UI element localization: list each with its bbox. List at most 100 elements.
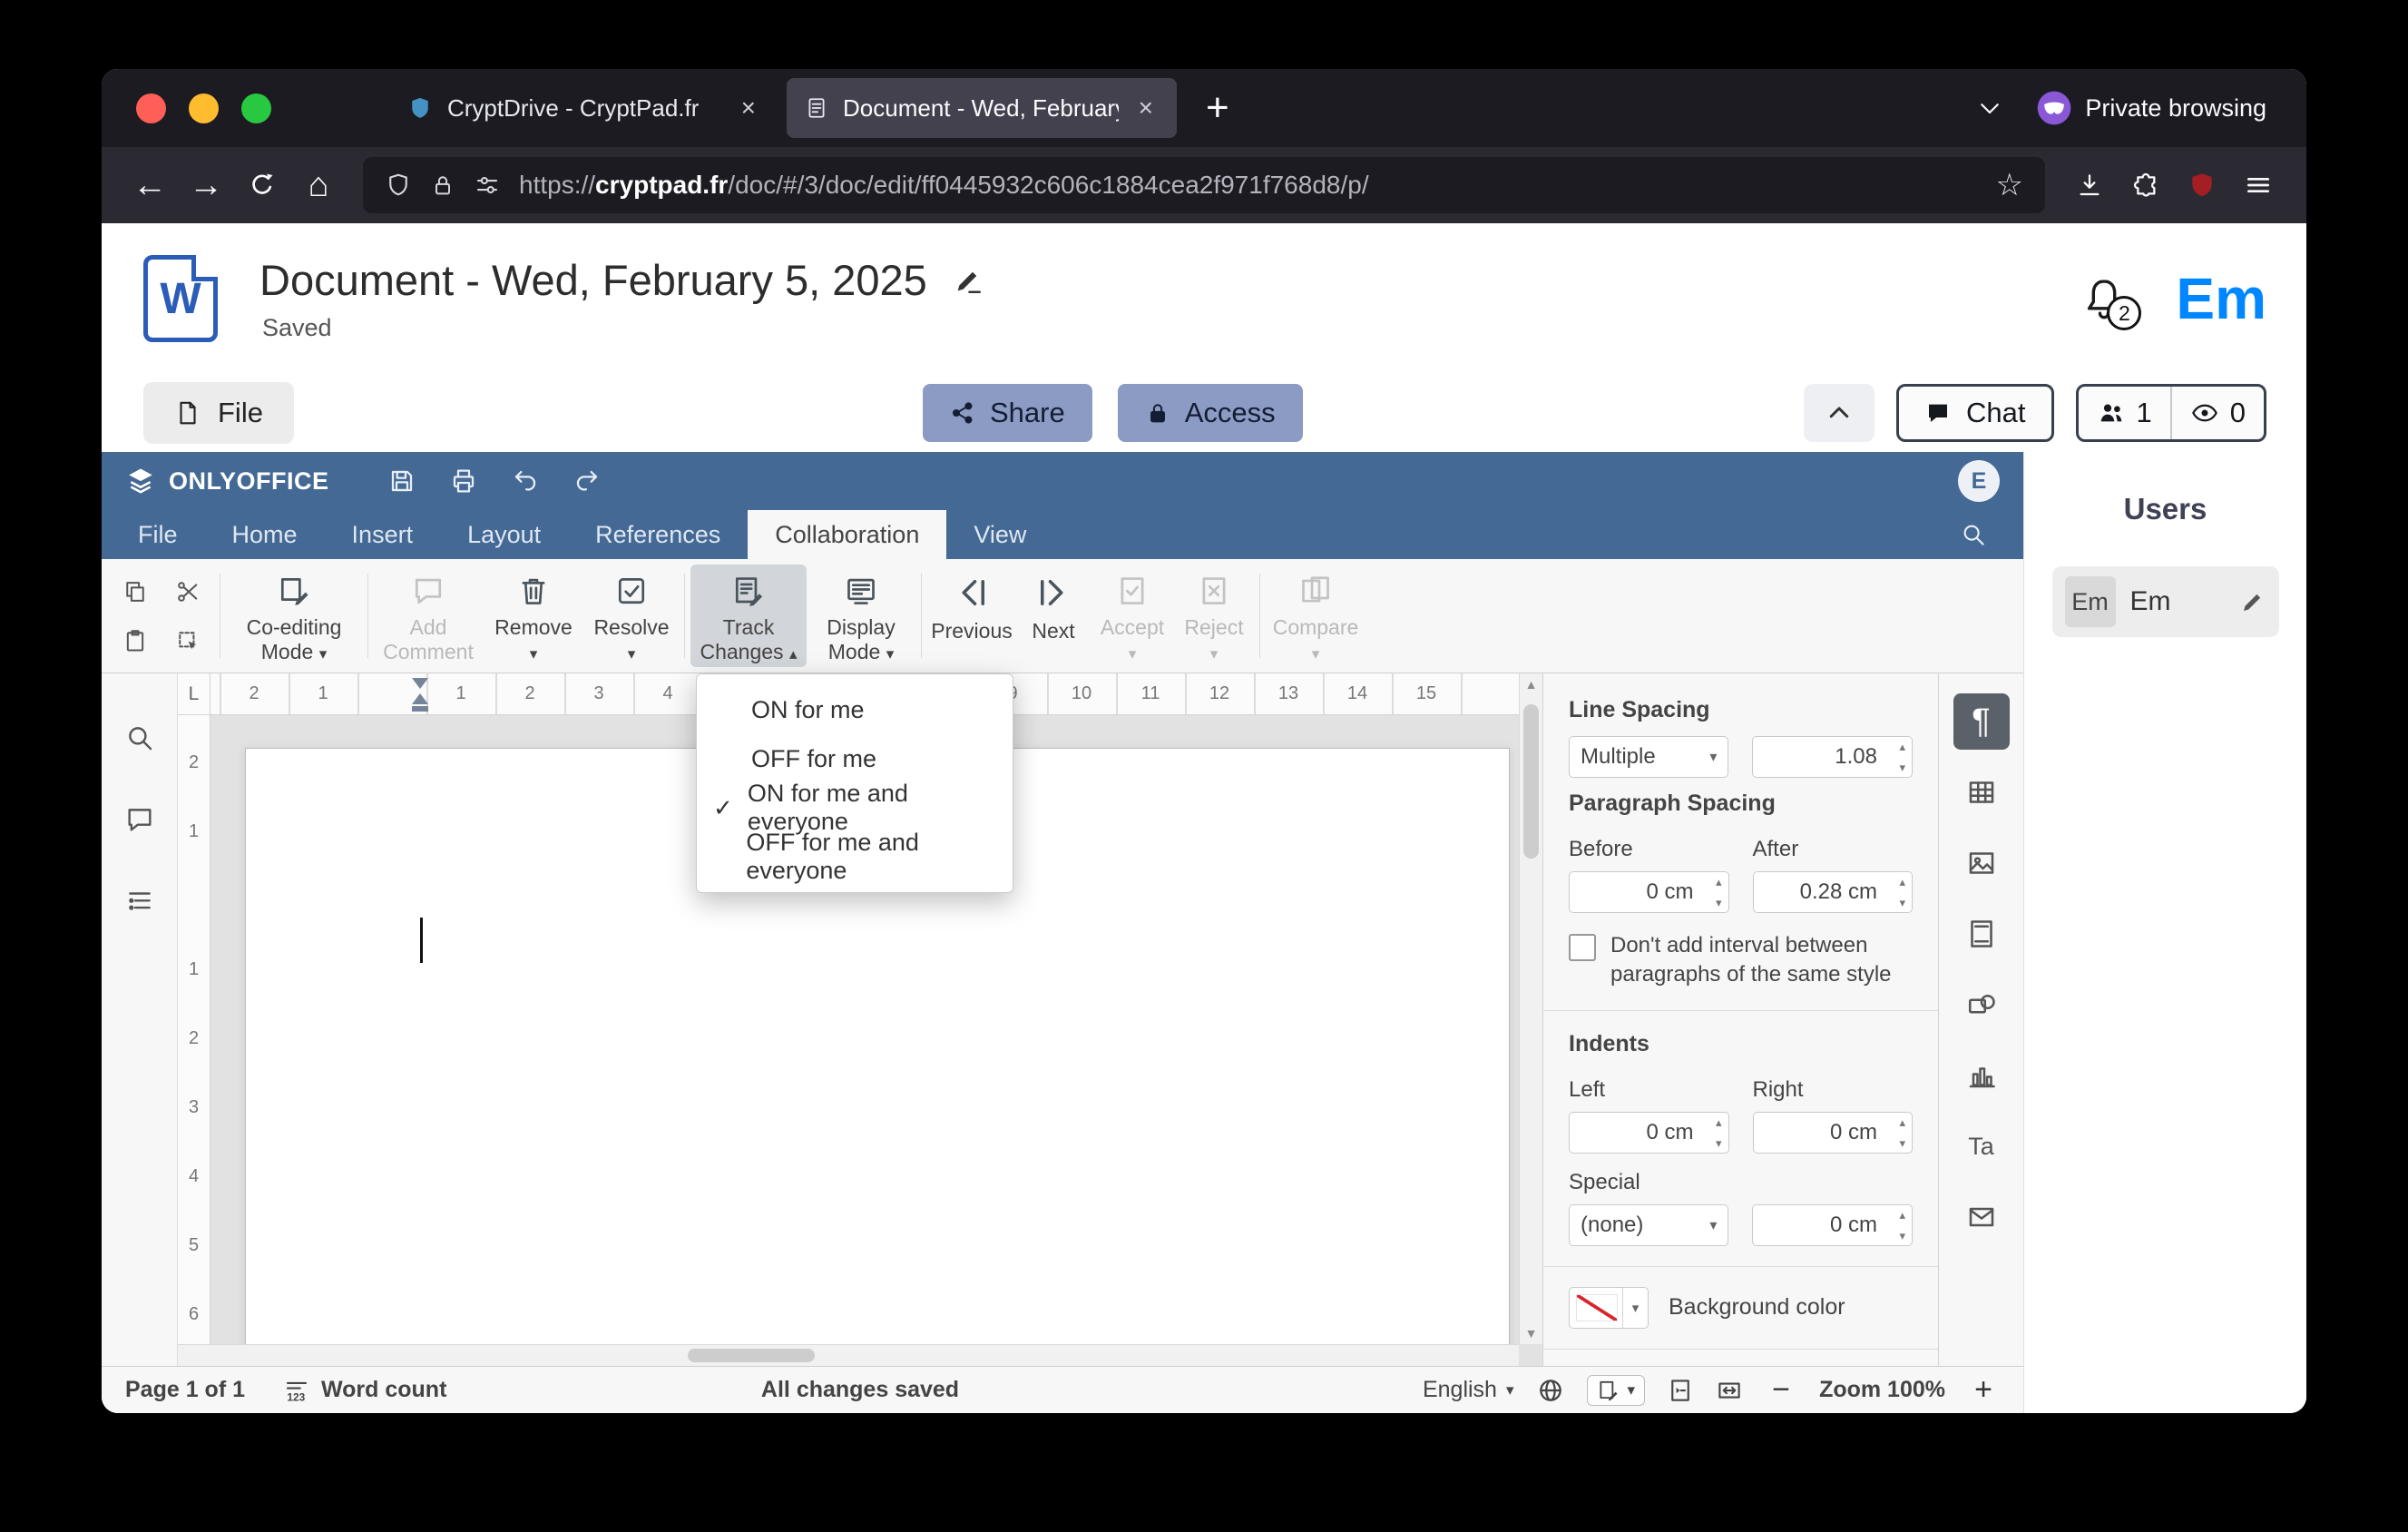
vertical-ruler[interactable]: 21123456 xyxy=(178,715,210,1366)
scroll-down-arrow-icon[interactable]: ▼ xyxy=(1525,1326,1538,1340)
mail-merge-settings-button[interactable] xyxy=(1953,1189,2010,1245)
spin-up-icon[interactable]: ▴ xyxy=(1899,876,1905,888)
line-spacing-spinner[interactable]: 1.08 ▴ ▾ xyxy=(1752,736,1913,778)
editors-count[interactable]: 1 xyxy=(2079,387,2170,439)
shape-settings-button[interactable] xyxy=(1953,977,2010,1033)
document-title[interactable]: Document - Wed, February 5, 2025 xyxy=(259,255,927,305)
vertical-scroll-thumb[interactable] xyxy=(1523,704,1539,859)
next-change-button[interactable]: Next xyxy=(1016,565,1091,667)
tab-home[interactable]: Home xyxy=(205,510,325,559)
save-icon[interactable] xyxy=(387,466,416,496)
rename-pencil-icon[interactable] xyxy=(953,265,984,296)
background-color-button[interactable]: ▾ xyxy=(1569,1286,1649,1329)
menu-button[interactable] xyxy=(2230,157,2286,213)
horizontal-scrollbar[interactable] xyxy=(178,1344,1519,1366)
reject-button[interactable]: Reject ▾ xyxy=(1174,565,1254,667)
collapse-toolbar-button[interactable] xyxy=(1804,384,1875,442)
tab-references[interactable]: References xyxy=(568,510,748,559)
comments-panel-icon[interactable] xyxy=(124,804,155,835)
find-icon[interactable] xyxy=(124,722,155,753)
resolve-button[interactable]: Resolve ▾ xyxy=(584,565,679,667)
textart-settings-button[interactable]: Ta xyxy=(1953,1118,2010,1174)
url-bar[interactable]: https://cryptpad.fr/doc/#/3/doc/edit/ff0… xyxy=(363,157,2045,213)
indent-right-spinner[interactable]: 0 cm ▴ ▾ xyxy=(1752,1111,1913,1154)
header-footer-settings-button[interactable] xyxy=(1953,906,2010,962)
undo-icon[interactable] xyxy=(511,466,540,496)
tab-view[interactable]: View xyxy=(946,510,1053,559)
add-comment-button[interactable]: Add Comment xyxy=(374,565,483,667)
spin-up-icon[interactable]: ▴ xyxy=(1716,1116,1722,1128)
new-tab-button[interactable]: + xyxy=(1184,85,1251,131)
spacing-after-spinner[interactable]: 0.28 cm ▴ ▾ xyxy=(1752,871,1913,913)
cut-icon[interactable] xyxy=(175,579,201,604)
chart-settings-button[interactable] xyxy=(1953,1047,2010,1104)
tab-stop-selector[interactable]: L xyxy=(178,673,210,715)
spacing-before-spinner[interactable]: 0 cm ▴ ▾ xyxy=(1569,871,1729,913)
track-changes-toggle-button[interactable]: ▾ xyxy=(1586,1374,1646,1406)
accept-button[interactable]: Accept ▾ xyxy=(1091,565,1174,667)
track-changes-button[interactable]: Track Changes ▴ xyxy=(690,565,807,667)
tab-document[interactable]: Document - Wed, February 5, 2 × xyxy=(787,78,1177,138)
spin-up-icon[interactable]: ▴ xyxy=(1899,741,1905,752)
fit-page-icon[interactable] xyxy=(1667,1377,1694,1404)
tab-cryptdrive[interactable]: CryptDrive - CryptPad.fr × xyxy=(389,78,779,138)
special-select[interactable]: (none) ▾ xyxy=(1569,1203,1729,1246)
chat-button[interactable]: Chat xyxy=(1896,384,2054,442)
user-list-item[interactable]: Em Em xyxy=(2051,566,2279,637)
zoom-in-button[interactable]: + xyxy=(1967,1372,2000,1408)
navigation-headings-icon[interactable] xyxy=(124,886,155,917)
bookmark-star-icon[interactable]: ☆ xyxy=(1996,167,2023,203)
notifications-button[interactable]: 2 xyxy=(2080,274,2142,330)
menu-item-off-for-me[interactable]: OFF for me xyxy=(697,734,1013,783)
scroll-up-arrow-icon[interactable]: ▲ xyxy=(1525,677,1538,692)
vertical-scrollbar[interactable]: ▲ ▼ xyxy=(1519,673,1542,1344)
minimize-window-button[interactable] xyxy=(189,93,219,123)
back-button[interactable]: ← xyxy=(122,157,178,213)
tab-close-icon[interactable]: × xyxy=(736,93,761,123)
tab-file[interactable]: File xyxy=(111,510,205,559)
select-all-icon[interactable] xyxy=(175,628,201,653)
spin-down-icon[interactable]: ▾ xyxy=(1899,1137,1905,1149)
collaborator-avatar[interactable]: E xyxy=(1958,460,2000,502)
coediting-mode-button[interactable]: Co-editing Mode ▾ xyxy=(226,565,362,667)
downloads-button[interactable] xyxy=(2061,157,2118,213)
image-settings-button[interactable] xyxy=(1953,835,2010,891)
extensions-button[interactable] xyxy=(2118,157,2174,213)
previous-change-button[interactable]: Previous xyxy=(927,565,1016,667)
spin-up-icon[interactable]: ▴ xyxy=(1716,876,1722,888)
line-spacing-select[interactable]: Multiple ▾ xyxy=(1569,736,1729,778)
url-text[interactable]: https://cryptpad.fr/doc/#/3/doc/edit/ff0… xyxy=(519,171,1978,200)
remove-button[interactable]: Remove ▾ xyxy=(483,565,584,667)
left-indent-marker[interactable] xyxy=(412,693,428,704)
menu-item-off-for-everyone[interactable]: OFF for me and everyone xyxy=(697,829,1013,884)
edit-name-pencil-icon[interactable] xyxy=(2239,588,2266,615)
zoom-out-button[interactable]: − xyxy=(1765,1372,1797,1408)
chevron-down-icon[interactable]: ▾ xyxy=(1622,1287,1648,1328)
checkbox-icon[interactable] xyxy=(1569,934,1596,961)
table-settings-button[interactable] xyxy=(1953,764,2010,820)
home-button[interactable]: ⌂ xyxy=(290,157,347,213)
first-line-indent-marker[interactable] xyxy=(412,678,428,689)
ublock-button[interactable] xyxy=(2174,157,2230,213)
paste-icon[interactable] xyxy=(122,628,148,653)
tracking-shield-icon[interactable] xyxy=(385,172,412,199)
horizontal-scroll-thumb[interactable] xyxy=(687,1349,815,1362)
redo-icon[interactable] xyxy=(573,466,602,496)
spin-down-icon[interactable]: ▾ xyxy=(1899,897,1905,908)
indent-left-spinner[interactable]: 0 cm ▴ ▾ xyxy=(1569,1111,1729,1154)
fit-width-icon[interactable] xyxy=(1716,1377,1743,1404)
maximize-window-button[interactable] xyxy=(241,93,271,123)
spin-up-icon[interactable]: ▴ xyxy=(1899,1209,1905,1221)
paragraph-settings-button[interactable]: ¶ xyxy=(1953,693,2010,750)
file-menu-button[interactable]: File xyxy=(143,382,294,444)
spin-down-icon[interactable]: ▾ xyxy=(1716,1137,1722,1149)
spin-down-icon[interactable]: ▾ xyxy=(1899,1230,1905,1242)
tab-layout[interactable]: Layout xyxy=(440,510,568,559)
user-avatar-initials[interactable]: Em xyxy=(2176,265,2266,332)
menu-item-on-for-everyone[interactable]: ✓ ON for me and everyone xyxy=(697,780,1013,835)
spin-down-icon[interactable]: ▾ xyxy=(1899,761,1905,773)
viewers-count[interactable]: 0 xyxy=(2169,387,2264,439)
menu-item-on-for-me[interactable]: ON for me xyxy=(697,685,1013,734)
special-amount-spinner[interactable]: 0 cm ▴ ▾ xyxy=(1752,1203,1913,1246)
compare-button[interactable]: Compare ▾ xyxy=(1266,565,1366,667)
